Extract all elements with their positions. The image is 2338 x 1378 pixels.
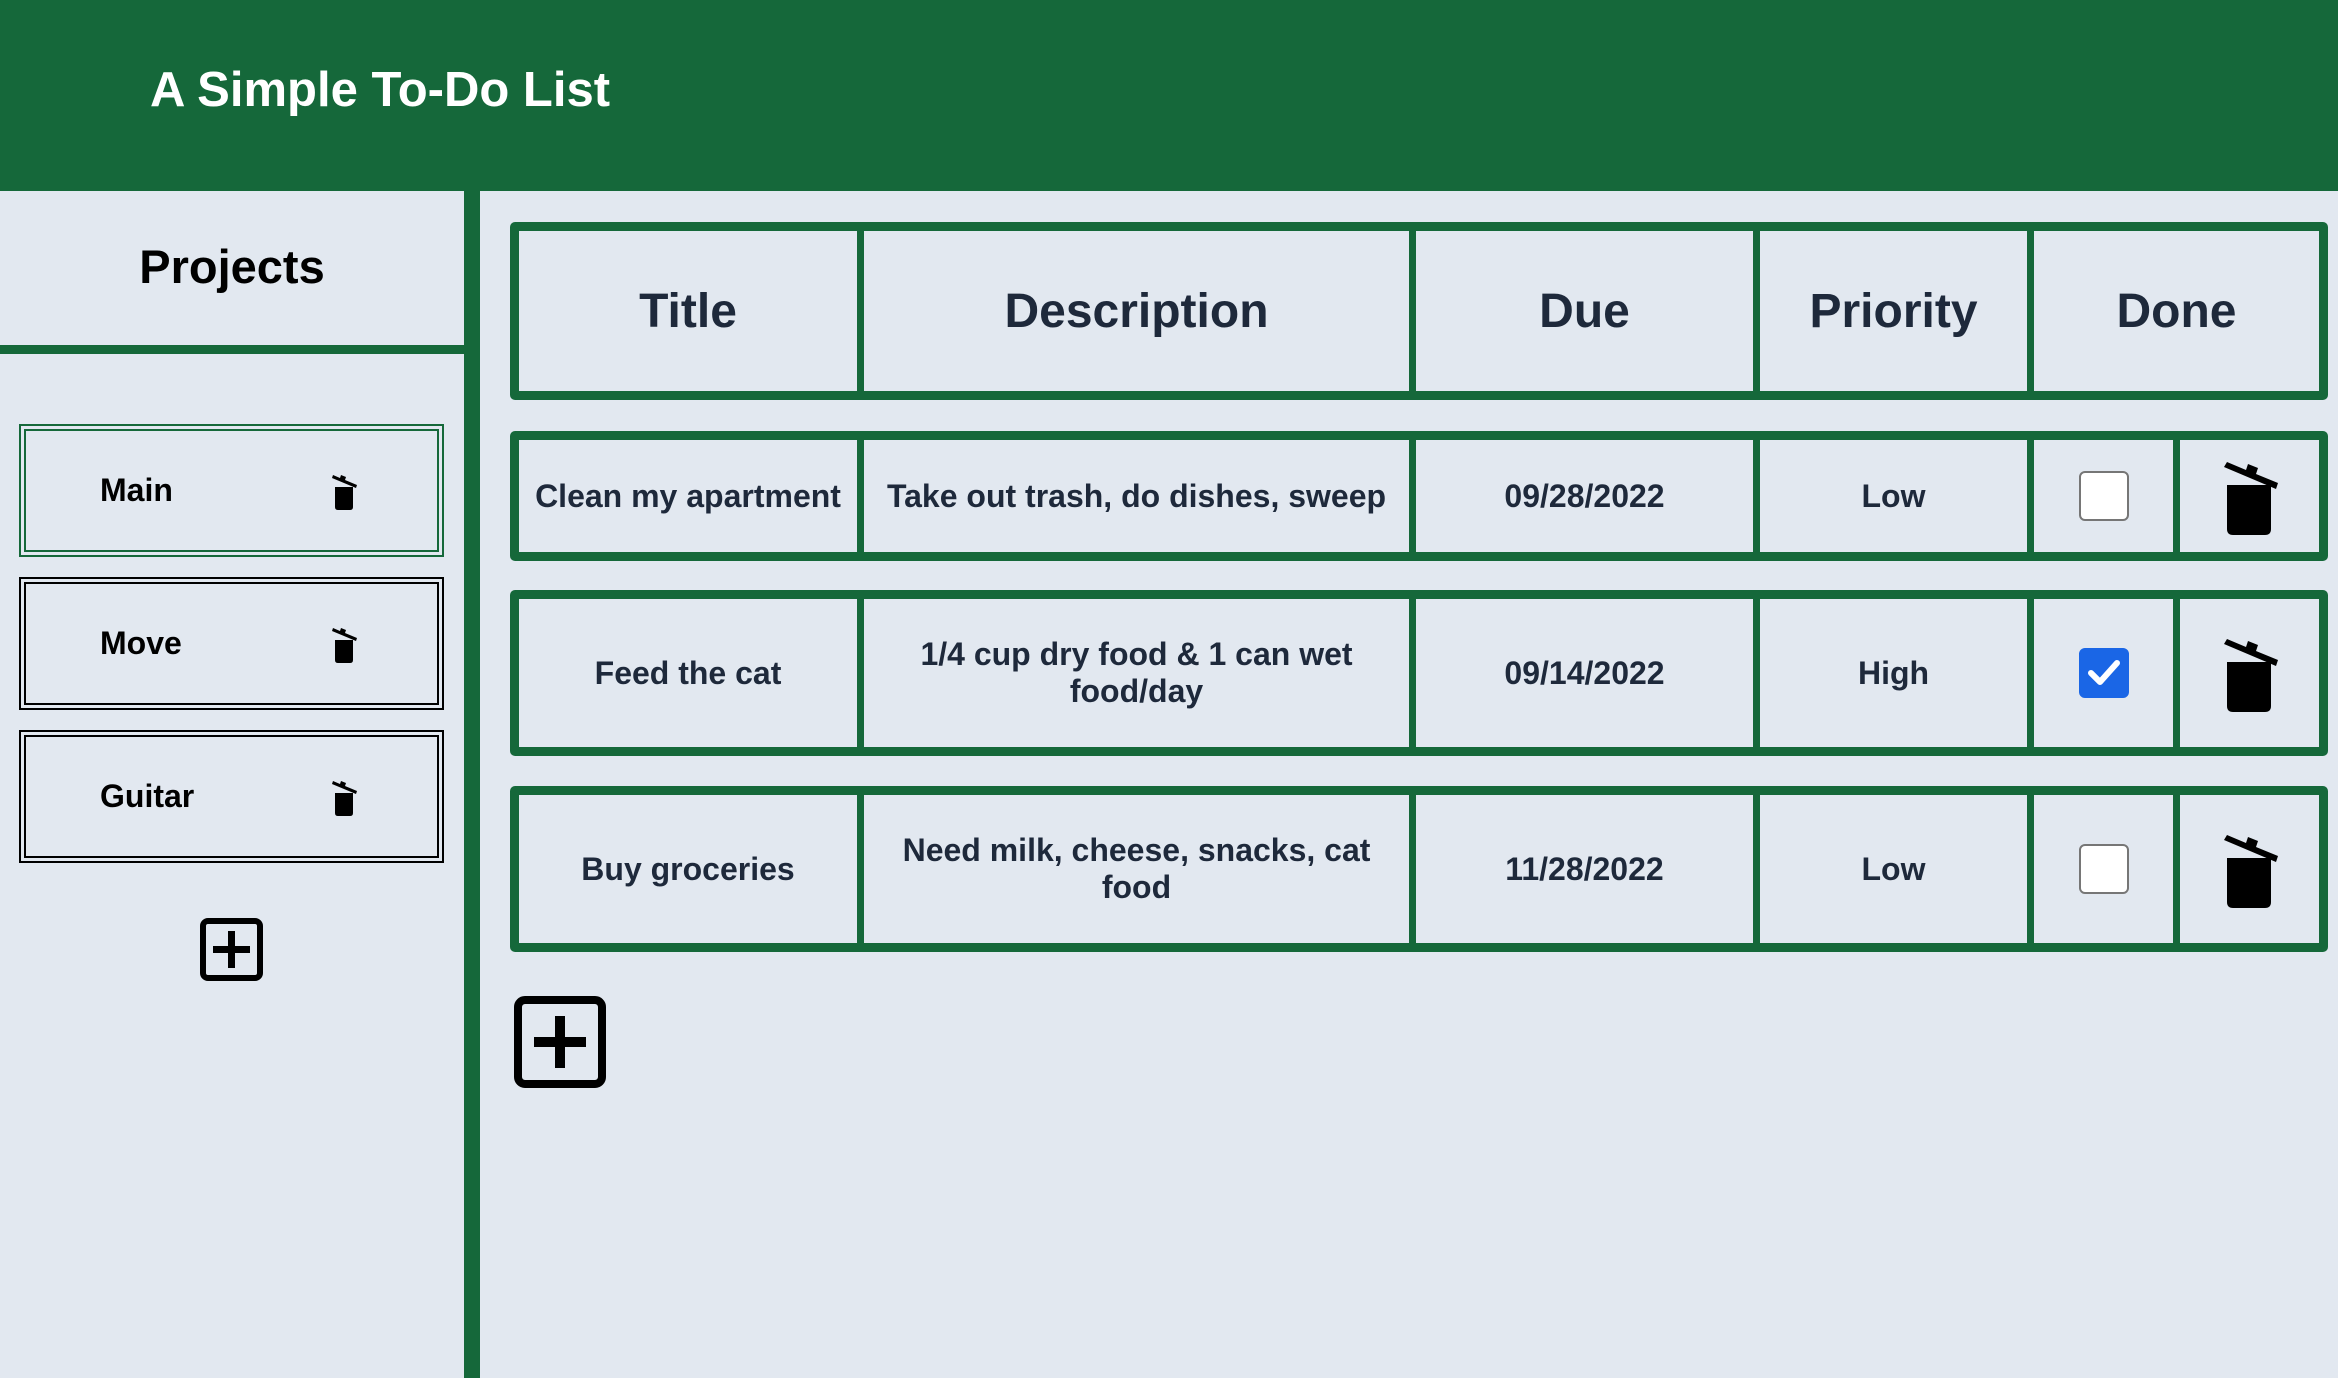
column-header-due: Due	[1416, 231, 1760, 391]
column-header-done: Done	[2116, 284, 2237, 338]
task-description: Need milk, cheese, snacks, cat food	[864, 795, 1416, 943]
projects-heading: Projects	[139, 240, 325, 293]
project-item-move[interactable]: Move	[19, 577, 444, 710]
trash-icon[interactable]	[2221, 457, 2279, 535]
projects-divider	[0, 345, 464, 354]
task-priority: Low	[1760, 440, 2034, 552]
done-checkbox[interactable]	[2078, 471, 2129, 521]
checkmark-icon	[2087, 660, 2120, 685]
done-cell	[2034, 599, 2180, 747]
task-title: Clean my apartment	[519, 440, 864, 552]
delete-cell	[2180, 795, 2319, 943]
done-checkbox[interactable]	[2078, 648, 2129, 698]
table-row: Buy groceries Need milk, cheese, snacks,…	[510, 786, 2328, 952]
delete-cell	[2180, 599, 2319, 747]
task-priority: High	[1760, 599, 2034, 747]
task-description: 1/4 cup dry food & 1 can wet food/day	[864, 599, 1416, 747]
done-checkbox[interactable]	[2078, 844, 2129, 894]
done-cell	[2034, 795, 2180, 943]
task-title: Feed the cat	[519, 599, 864, 747]
task-description: Take out trash, do dishes, sweep	[864, 440, 1416, 552]
task-priority: Low	[1760, 795, 2034, 943]
task-due: 11/28/2022	[1416, 795, 1760, 943]
column-header-priority: Priority	[1760, 231, 2034, 391]
project-label: Move	[100, 625, 182, 661]
project-item-guitar[interactable]: Guitar	[19, 730, 444, 863]
trash-icon[interactable]	[329, 624, 359, 664]
done-cell	[2034, 440, 2180, 552]
project-label: Main	[100, 472, 173, 508]
column-header-title: Title	[519, 231, 864, 391]
column-header-description: Description	[864, 231, 1416, 391]
task-due: 09/28/2022	[1416, 440, 1760, 552]
trash-icon[interactable]	[2221, 830, 2279, 908]
project-item-main[interactable]: Main	[19, 424, 444, 557]
project-label: Guitar	[100, 778, 195, 814]
table-header-row: Title Description Due Priority Done	[510, 222, 2328, 400]
task-title: Buy groceries	[519, 795, 864, 943]
add-task-icon[interactable]	[514, 996, 606, 1088]
add-project-icon[interactable]	[200, 918, 263, 981]
table-row: Clean my apartment Take out trash, do di…	[510, 431, 2328, 561]
trash-icon[interactable]	[329, 471, 359, 511]
trash-icon[interactable]	[329, 777, 359, 817]
app-header: A Simple To-Do List	[0, 0, 2338, 191]
delete-cell	[2180, 440, 2319, 552]
sidebar-divider	[464, 191, 480, 1378]
trash-icon[interactable]	[2221, 634, 2279, 712]
app-title: A Simple To-Do List	[150, 63, 611, 117]
task-due: 09/14/2022	[1416, 599, 1760, 747]
table-row: Feed the cat 1/4 cup dry food & 1 can we…	[510, 590, 2328, 756]
